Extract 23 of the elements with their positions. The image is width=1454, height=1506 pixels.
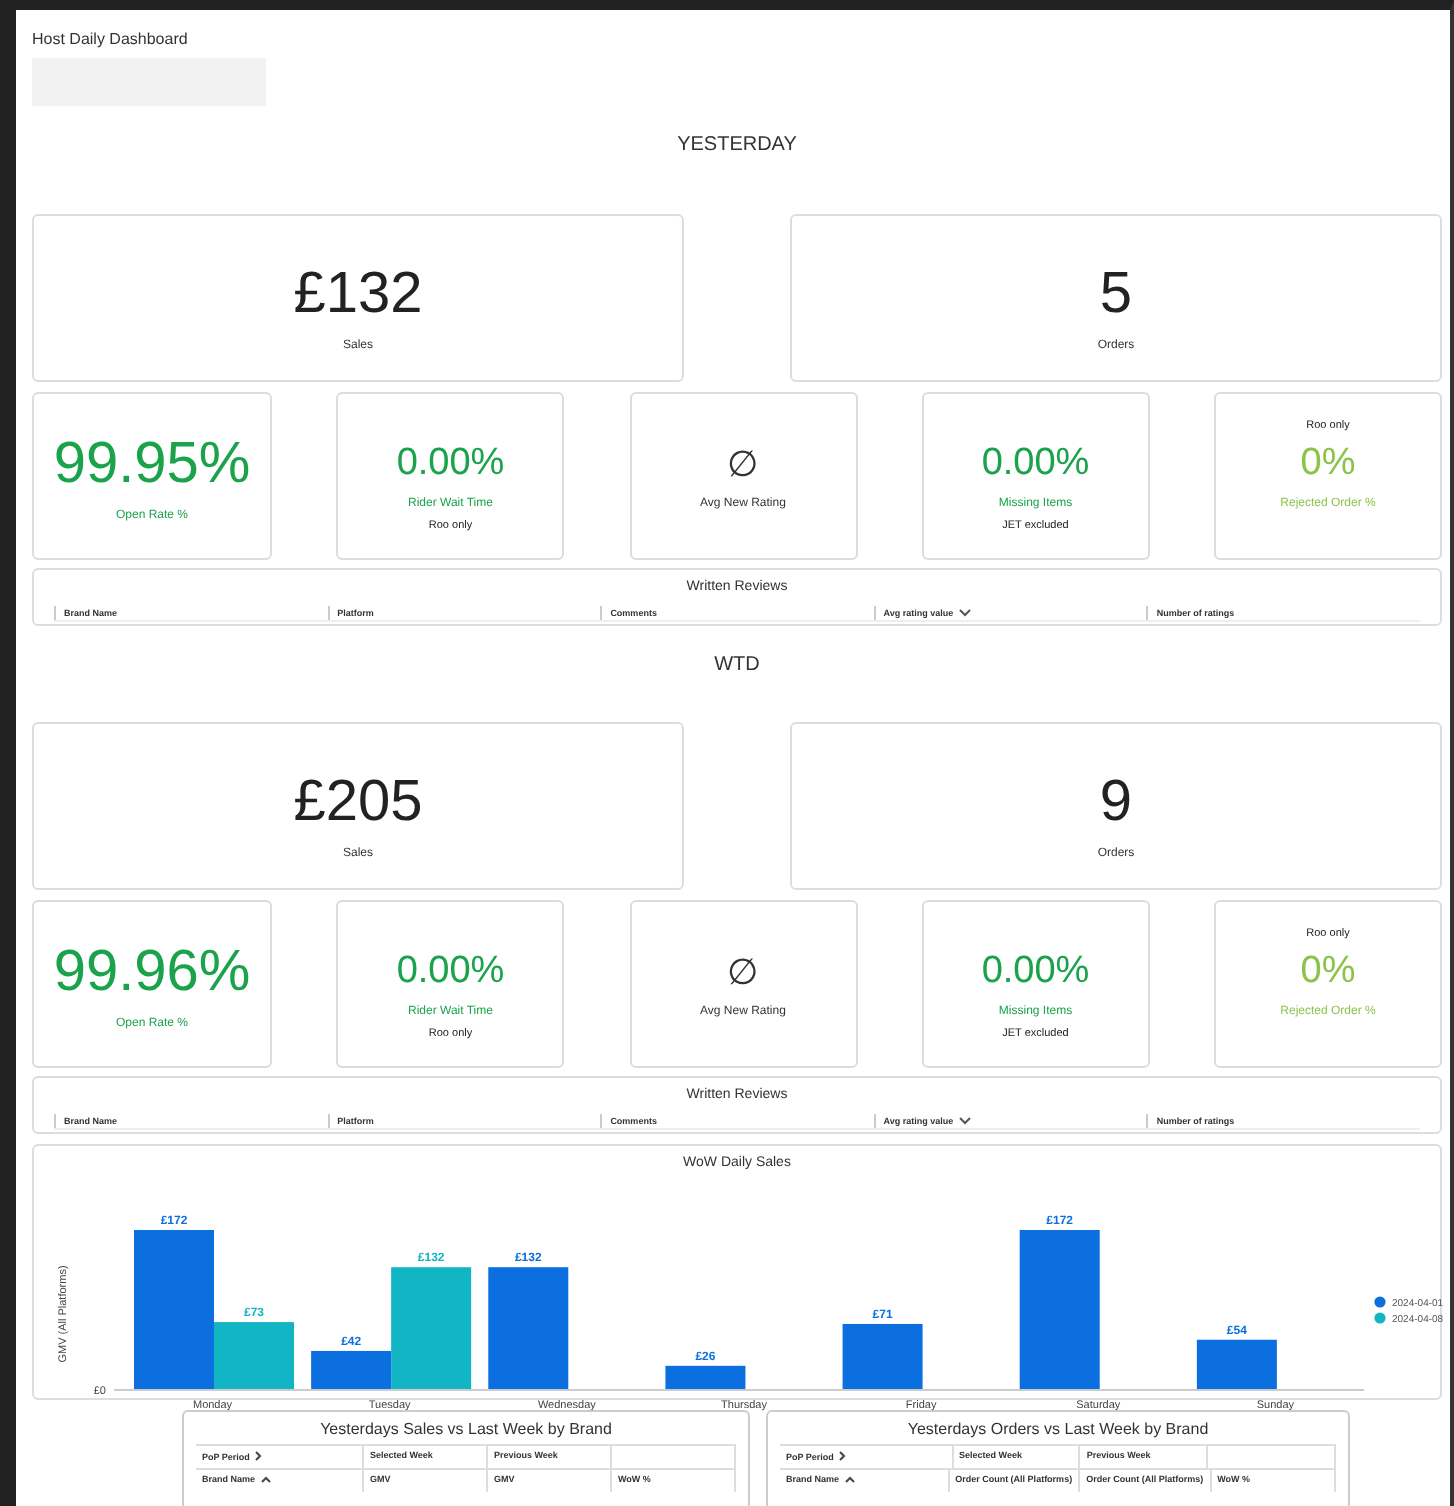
table-title: Yesterdays Sales vs Last Week by Brand: [318, 1418, 614, 1442]
metric-value: 0.00%: [981, 442, 1090, 486]
kpi-value: £132: [293, 261, 423, 327]
kpi-value: £205: [293, 769, 423, 835]
metric-value: 0.00%: [396, 442, 505, 486]
section-heading: WTD: [712, 654, 762, 680]
metric-value: ∅: [727, 442, 759, 486]
bar: [665, 1365, 746, 1390]
bar: [488, 1267, 569, 1390]
metric-value: 99.96%: [53, 939, 251, 1005]
metric-value: 0.00%: [981, 950, 1090, 994]
kpi-value: 9: [1099, 769, 1133, 835]
bar: [842, 1323, 923, 1390]
section-heading: YESTERDAY: [675, 134, 799, 160]
metric-value: 99.95%: [53, 431, 251, 497]
dashboard-title: Host Daily Dashboard: [32, 30, 190, 48]
metric-value: 0%: [1300, 950, 1356, 994]
metric-value: 0%: [1300, 442, 1356, 486]
bar: [1196, 1339, 1277, 1390]
kpi-value: 5: [1099, 261, 1133, 327]
table-title: Yesterdays Orders vs Last Week by Brand: [905, 1418, 1211, 1442]
metric-value: ∅: [727, 950, 759, 994]
metric-value: 0.00%: [396, 950, 505, 994]
